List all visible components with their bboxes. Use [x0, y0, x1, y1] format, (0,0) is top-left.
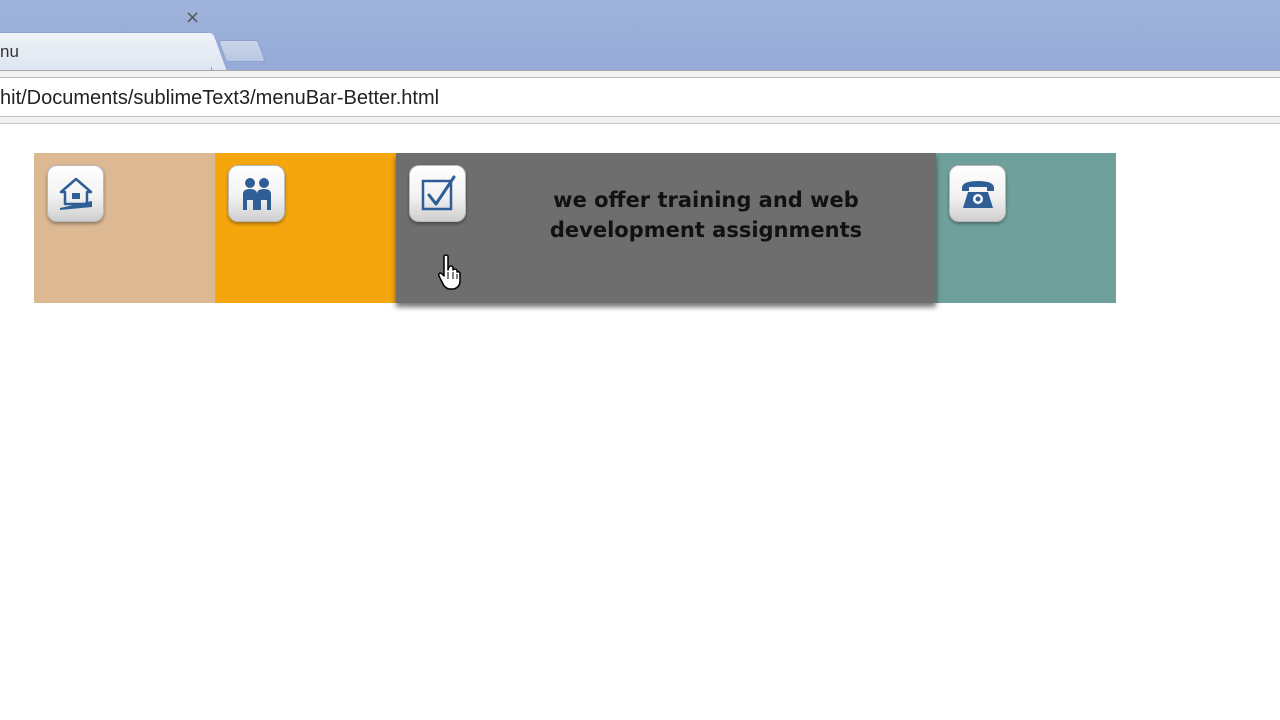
telephone-icon	[962, 181, 994, 208]
menu-item-about[interactable]	[215, 153, 396, 303]
browser-tab-strip: nu ×	[0, 0, 1280, 70]
services-description: we offer training and web development as…	[549, 188, 863, 242]
contact-button[interactable]	[949, 165, 1006, 222]
home-button[interactable]	[47, 165, 104, 222]
hand-cursor-icon	[438, 254, 461, 290]
tab-close-icon[interactable]: ×	[185, 7, 200, 28]
address-url: hit/Documents/sublimeText3/menuBar-Bette…	[0, 87, 440, 109]
menu-item-home[interactable]	[34, 153, 215, 303]
new-tab-button[interactable]	[217, 40, 267, 62]
menu-bar: we offer training and web development as…	[34, 153, 1116, 303]
checkbox-icon	[421, 175, 456, 211]
browser-toolbar: hit/Documents/sublimeText3/menuBar-Bette…	[0, 70, 1280, 124]
about-button[interactable]	[228, 165, 285, 222]
address-bar[interactable]: hit/Documents/sublimeText3/menuBar-Bette…	[0, 77, 1280, 117]
tab-title: nu	[0, 42, 19, 61]
people-icon	[243, 178, 271, 210]
house-icon	[59, 177, 93, 210]
services-button[interactable]	[409, 165, 466, 222]
menu-item-contact[interactable]	[936, 153, 1116, 303]
browser-tab[interactable]: nu	[0, 32, 212, 70]
menu-item-services[interactable]: we offer training and web development as…	[396, 153, 936, 303]
